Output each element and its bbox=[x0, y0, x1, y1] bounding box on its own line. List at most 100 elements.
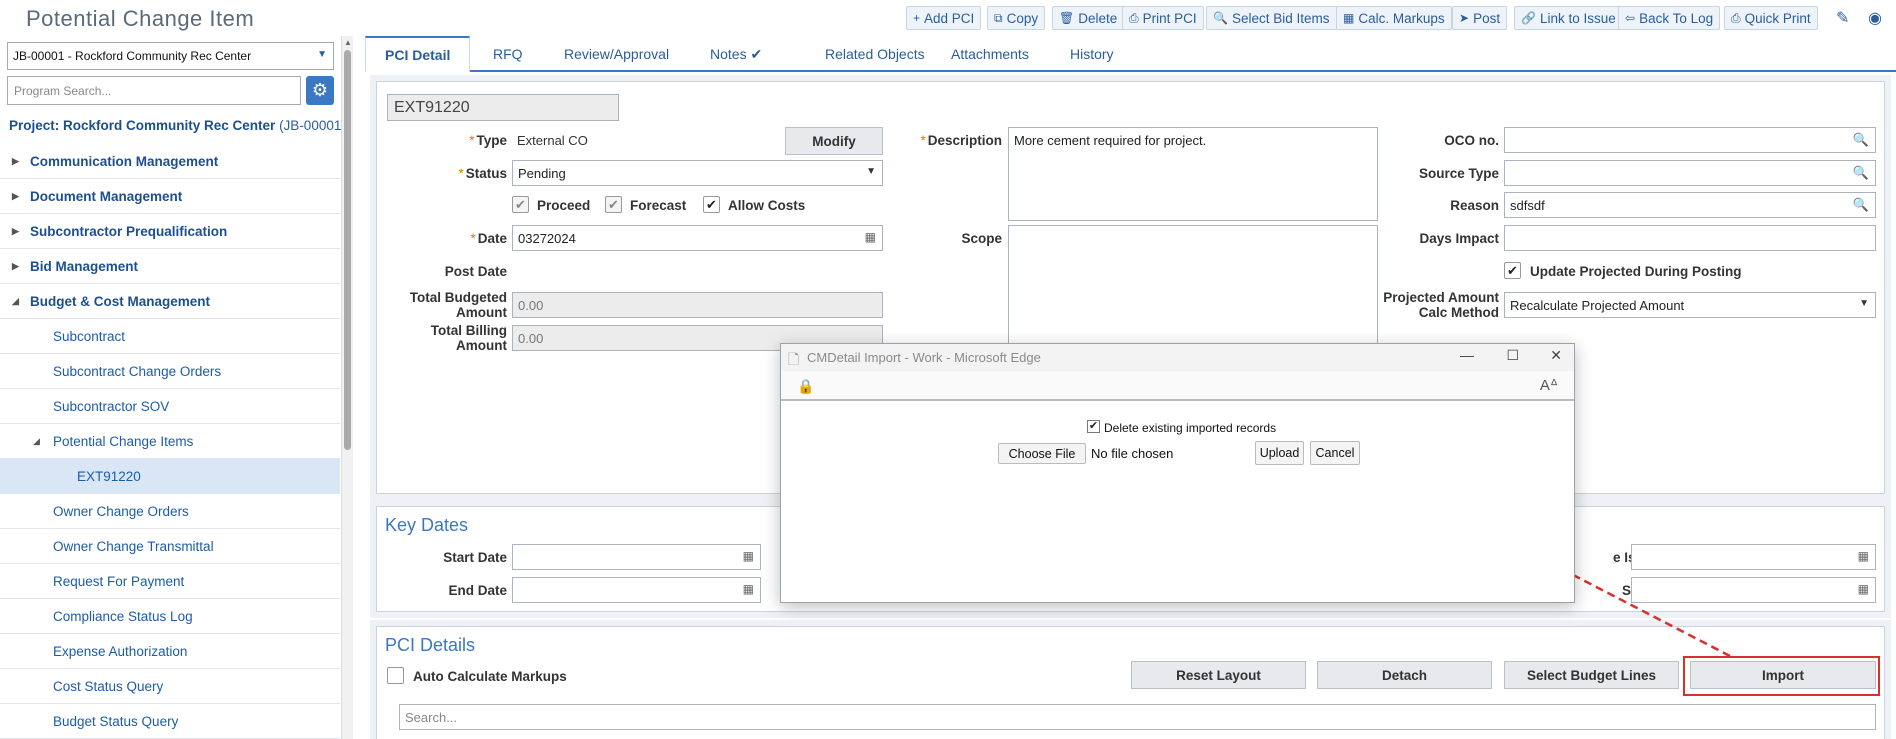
days-impact-field[interactable] bbox=[1504, 225, 1876, 251]
pci-number-field: EXT91220 bbox=[387, 94, 619, 121]
detach-button[interactable]: Detach bbox=[1317, 661, 1492, 689]
quick-print-button[interactable]: ⎙ Quick Print bbox=[1724, 6, 1818, 30]
projected-calc-select[interactable]: Recalculate Projected Amount ▼ bbox=[1504, 292, 1876, 318]
scrollbar-thumb[interactable] bbox=[344, 50, 351, 450]
back-to-log-button[interactable]: ⇦ Back To Log bbox=[1618, 6, 1721, 30]
user-icon[interactable]: ◉ bbox=[1868, 8, 1882, 28]
dialog-address-bar: 🔒 Aᐞ bbox=[781, 371, 1574, 401]
select-bid-items-button[interactable]: 🔍 Select Bid Items bbox=[1206, 6, 1337, 30]
project-code: (JB-00001) bbox=[279, 118, 346, 133]
sidebar-item-ext91220[interactable]: EXT91220 bbox=[0, 459, 340, 494]
auto-calc-checkbox[interactable] bbox=[387, 667, 404, 684]
tab-review-approval[interactable]: Review/Approval bbox=[545, 36, 688, 72]
description-field[interactable]: More cement required for project. bbox=[1008, 127, 1378, 221]
trash-icon: 🗑 bbox=[1059, 11, 1075, 25]
copy-button[interactable]: ⧉ Copy bbox=[987, 6, 1046, 30]
update-projected-checkbox[interactable]: ✔ bbox=[1504, 262, 1521, 279]
calc-markups-button[interactable]: ▦ Calc. Markups bbox=[1336, 6, 1452, 30]
tab-rfq[interactable]: RFQ bbox=[474, 36, 542, 72]
sidebar-item-owner-change-orders[interactable]: Owner Change Orders bbox=[0, 494, 340, 529]
date-value: 03272024 bbox=[518, 231, 576, 246]
cancel-button[interactable]: Cancel bbox=[1310, 441, 1360, 465]
sidebar-item-cost-status-query[interactable]: Cost Status Query bbox=[0, 669, 340, 704]
source-type-label: Source Type bbox=[1418, 166, 1499, 181]
delete-button[interactable]: 🗑 Delete bbox=[1052, 6, 1125, 30]
sidebar-item-communication-management[interactable]: ▶ Communication Management bbox=[0, 144, 340, 179]
tab-pci-detail[interactable]: PCI Detail bbox=[365, 36, 471, 72]
caret-right-icon: ▶ bbox=[12, 190, 19, 201]
job-select[interactable]: JB-00001 - Rockford Community Rec Center… bbox=[7, 42, 334, 70]
allow-costs-checkbox[interactable]: ✔ bbox=[703, 196, 720, 213]
search-icon[interactable]: 🔍 bbox=[1853, 132, 1869, 148]
read-aloud-icon[interactable]: Aᐞ bbox=[1540, 376, 1558, 394]
end-date-field[interactable]: ▦ bbox=[512, 577, 761, 603]
key-dates-title: Key Dates bbox=[385, 515, 469, 535]
no-file-chosen-label: No file chosen bbox=[1091, 446, 1174, 461]
source-type-field[interactable]: 🔍 bbox=[1504, 160, 1876, 186]
proceed-checkbox[interactable]: ✔ bbox=[512, 196, 529, 213]
days-impact-label: Days Impact bbox=[1419, 231, 1499, 246]
search-icon[interactable]: 🔍 bbox=[1853, 165, 1869, 181]
maximize-icon[interactable]: ☐ bbox=[1506, 347, 1519, 364]
description-label: * Description bbox=[920, 133, 1002, 148]
calendar-icon: ▦ bbox=[1857, 549, 1869, 563]
post-button[interactable]: ➤ Post bbox=[1452, 6, 1508, 30]
sidebar-item-compliance-status-log[interactable]: Compliance Status Log bbox=[0, 599, 340, 634]
total-billing-label: Total Billing Amount bbox=[430, 323, 507, 353]
sidebar-item-subcontract-change-orders[interactable]: Subcontract Change Orders bbox=[0, 354, 340, 389]
search-icon: 🔍 bbox=[1213, 11, 1228, 25]
program-search-input[interactable]: Program Search... bbox=[7, 76, 301, 105]
sidebar-item-potential-change-items[interactable]: ◢ Potential Change Items bbox=[0, 424, 340, 459]
close-icon[interactable]: ✕ bbox=[1550, 347, 1562, 364]
sidebar-item-bid-management[interactable]: ▶ Bid Management bbox=[0, 249, 340, 284]
dialog-titlebar[interactable]: 🗋 CMDetail Import - Work - Microsoft Edg… bbox=[781, 344, 1574, 371]
sidebar-item-document-management[interactable]: ▶ Document Management bbox=[0, 179, 340, 214]
print-icon: ⎙ bbox=[1129, 10, 1139, 25]
sidebar-item-label: Subcontractor SOV bbox=[53, 398, 170, 414]
tab-notes[interactable]: Notes ✔ bbox=[691, 36, 781, 72]
sidebar-item-budget-status-query[interactable]: Budget Status Query bbox=[0, 704, 340, 739]
modify-button[interactable]: Modify bbox=[785, 127, 883, 155]
date-field[interactable]: 03272024 ▦ bbox=[512, 225, 883, 251]
forecast-label: Forecast bbox=[630, 198, 687, 213]
project-link[interactable]: Project: Rockford Community Rec Center (… bbox=[9, 118, 346, 133]
print-pci-button[interactable]: ⎙ Print PCI bbox=[1122, 6, 1204, 30]
scope-field[interactable] bbox=[1008, 225, 1378, 345]
sidebar-item-expense-authorization[interactable]: Expense Authorization bbox=[0, 634, 340, 669]
start-date-field[interactable]: ▦ bbox=[512, 544, 761, 570]
gear-icon[interactable]: ⚙ bbox=[306, 76, 334, 105]
upload-button[interactable]: Upload bbox=[1255, 441, 1304, 465]
tab-related-objects[interactable]: Related Objects bbox=[806, 36, 944, 72]
pci-details-title: PCI Details bbox=[385, 635, 476, 655]
edit-icon[interactable]: ✎ bbox=[1836, 8, 1849, 28]
sidebar-item-budget-cost-management[interactable]: ◢ Budget & Cost Management bbox=[0, 284, 340, 319]
dialog-title: CMDetail Import - Work - Microsoft Edge bbox=[807, 350, 1041, 365]
type-label: * Type bbox=[469, 133, 507, 148]
forecast-checkbox[interactable]: ✔ bbox=[605, 196, 622, 213]
sidebar-item-request-for-payment[interactable]: Request For Payment bbox=[0, 564, 340, 599]
tab-history[interactable]: History bbox=[1051, 36, 1133, 72]
sidebar-item-owner-change-transmittal[interactable]: Owner Change Transmittal bbox=[0, 529, 340, 564]
sidebar-item-subcontractor-sov[interactable]: Subcontractor SOV bbox=[0, 389, 340, 424]
minimize-icon[interactable]: — bbox=[1460, 347, 1474, 363]
reason-value: sdfsdf bbox=[1510, 198, 1545, 213]
reason-field[interactable]: sdfsdf 🔍 bbox=[1504, 192, 1876, 218]
link-to-issue-button[interactable]: 🔗 Link to Issue bbox=[1514, 6, 1623, 30]
details-search-input[interactable]: Search... bbox=[399, 704, 1876, 730]
tab-attachments[interactable]: Attachments bbox=[932, 36, 1048, 72]
sidebar-item-label: Expense Authorization bbox=[53, 643, 188, 659]
sidebar-scrollbar[interactable]: ▲ bbox=[342, 36, 353, 739]
search-icon[interactable]: 🔍 bbox=[1853, 197, 1869, 213]
sidebar: JB-00001 - Rockford Community Rec Center… bbox=[0, 36, 353, 739]
choose-file-button[interactable]: Choose File bbox=[998, 443, 1086, 464]
oco-field[interactable]: 🔍 bbox=[1504, 127, 1876, 153]
sidebar-item-label: Communication Management bbox=[30, 153, 219, 169]
project-name: Project: Rockford Community Rec Center bbox=[9, 118, 276, 133]
scroll-up-icon[interactable]: ▲ bbox=[344, 38, 352, 47]
add-pci-button[interactable]: + Add PCI bbox=[906, 6, 982, 30]
sidebar-item-subcontract[interactable]: Subcontract bbox=[0, 319, 340, 354]
sidebar-item-subcontractor-prequalification[interactable]: ▶ Subcontractor Prequalification bbox=[0, 214, 340, 249]
reset-layout-button[interactable]: Reset Layout bbox=[1131, 661, 1306, 689]
status-select[interactable]: Pending ▼ bbox=[512, 160, 883, 186]
delete-existing-checkbox[interactable]: ✔ bbox=[1087, 420, 1100, 433]
